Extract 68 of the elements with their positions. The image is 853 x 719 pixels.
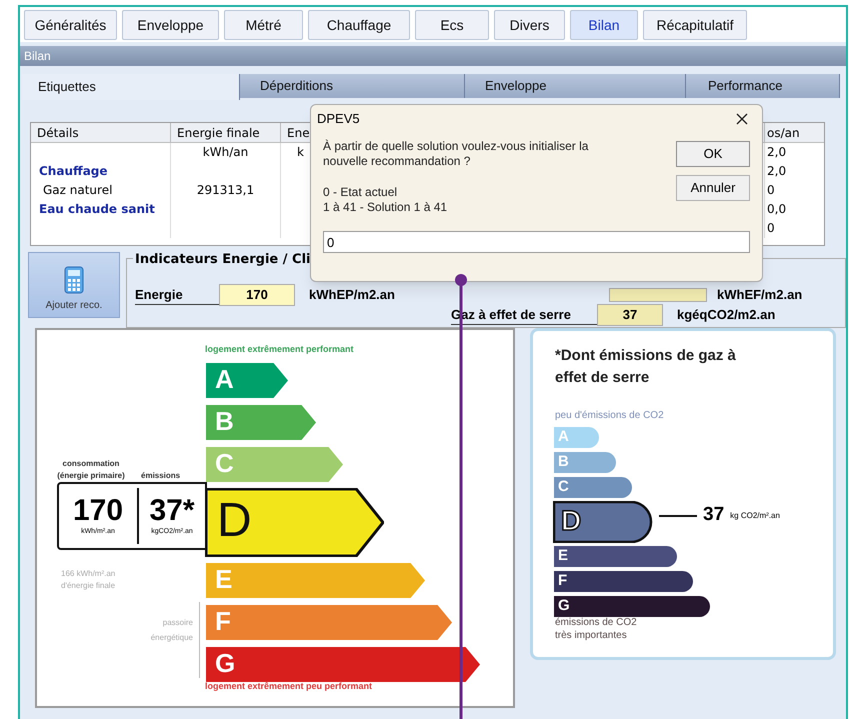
indicator-unit: kgéqCO2/m2.an xyxy=(677,306,776,324)
rating-letter: E xyxy=(558,546,568,565)
sub-tab[interactable]: Enveloppe xyxy=(465,74,686,98)
rating-letter: F xyxy=(558,571,568,590)
section-title: Bilan xyxy=(24,48,51,65)
rating-letter: A xyxy=(215,363,234,395)
ges-caption: peu d'émissions de CO2 xyxy=(555,409,664,423)
column-header: Détails xyxy=(31,123,171,142)
ges-value: 37 xyxy=(703,503,724,527)
rating-letter: B xyxy=(558,452,569,471)
sub-tab[interactable]: Performance xyxy=(686,74,840,98)
module-tab[interactable]: Divers xyxy=(494,10,565,40)
module-tab[interactable]: Bilan xyxy=(570,10,638,40)
emissions-value: 37* xyxy=(149,494,195,527)
sub-tab[interactable]: Déperditions xyxy=(240,74,465,98)
rating-letter: F xyxy=(215,605,231,637)
module-tab[interactable]: Récapitulatif xyxy=(643,10,747,40)
rating-letter: E xyxy=(215,563,232,595)
table-cell: 2,0 xyxy=(764,143,810,162)
label-caption: logement extrêmement performant xyxy=(205,343,354,356)
rating-letter: D xyxy=(561,504,582,538)
indicator-unit: kWhEP/m2.an xyxy=(309,286,396,304)
rating-letter: A xyxy=(558,427,569,446)
input-field[interactable]: 0 xyxy=(323,231,750,253)
table-cell: Gaz naturel xyxy=(31,181,171,200)
rating-letter: C xyxy=(558,477,569,496)
indicator-unit: kWhEF/m2.an xyxy=(717,286,802,304)
rating-letter: B xyxy=(215,405,234,437)
column-header: Energie finale xyxy=(171,123,281,142)
dialog-message: À partir de quelle solution voulez-vous initialiser la nouvelle recommandation ? xyxy=(323,139,590,169)
consumption-value: 170 xyxy=(72,494,124,527)
table-cell: 291313,1 xyxy=(171,181,281,200)
leader-line xyxy=(659,515,697,517)
table-cell: 0 xyxy=(764,181,810,200)
emissions-caption: émissions xyxy=(141,470,180,482)
table-cell: Chauffage xyxy=(31,162,171,181)
label-caption: logement extrêmement peu performant xyxy=(205,680,372,693)
ges-caption: émissions de CO2 très importantes xyxy=(555,616,638,642)
rating-letter: C xyxy=(215,447,234,479)
rating-letter: D xyxy=(217,494,252,548)
module-tab[interactable]: Ecs xyxy=(415,10,489,40)
final-energy-note: 166 kWh/m².an d'énergie finale xyxy=(61,568,116,592)
calculator-icon xyxy=(64,266,84,294)
module-tab[interactable]: Chauffage xyxy=(308,10,410,40)
cancel-button[interactable]: Annuler xyxy=(676,175,750,201)
rating-letter: G xyxy=(215,647,236,679)
consumption-caption: consommation (énergie primaire) xyxy=(56,458,126,482)
module-tab[interactable]: Généralités xyxy=(24,10,117,40)
rating-letter: G xyxy=(558,596,570,615)
close-icon xyxy=(736,113,748,125)
sub-tab[interactable]: Etiquettes xyxy=(22,74,240,100)
ges-title: *Dont émissions de gaz à effet de serre xyxy=(555,346,737,388)
column-header: os/an xyxy=(764,123,810,142)
indicator-value: 170 xyxy=(219,284,295,306)
indicator-value: 37 xyxy=(597,304,663,326)
module-tab[interactable]: Enveloppe xyxy=(122,10,219,40)
sieve-note: passoire énergétique xyxy=(150,617,193,644)
ok-button[interactable]: OK xyxy=(676,141,750,167)
ges-unit: kg CO2/m².an xyxy=(730,510,780,522)
table-cell: kWh/an xyxy=(171,143,281,162)
table-cell: 2,0 xyxy=(764,162,810,181)
table-cell: 0,0 xyxy=(764,200,810,219)
table-cell: Eau chaude sanit xyxy=(31,200,171,219)
option-text: 1 à 41 - Solution 1 à 41 xyxy=(323,200,448,215)
table-cell: 0 xyxy=(764,219,810,238)
add-recommendation-button[interactable]: Ajouter reco. xyxy=(28,252,120,318)
option-text: 0 - Etat actuel xyxy=(323,185,398,200)
module-tab[interactable]: Métré xyxy=(224,10,303,40)
